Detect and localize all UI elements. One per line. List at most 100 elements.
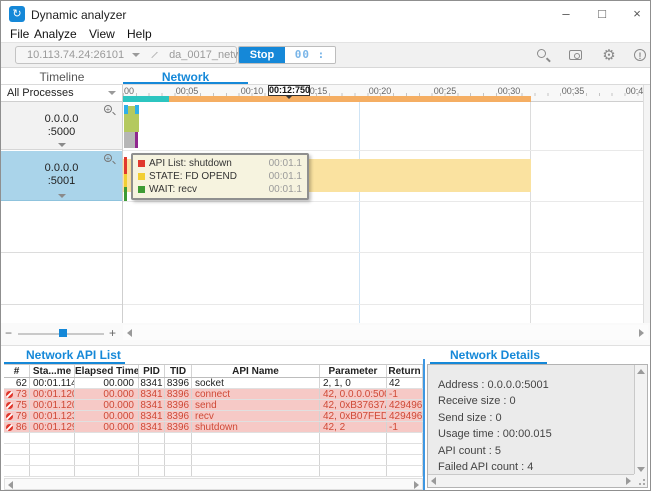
chevron-down-icon [108,91,116,95]
cell-tid: 8396 [165,411,192,421]
tooltip-row: WAIT: recv 00:01.1 [138,183,302,196]
tab-timeline[interactable]: Timeline [1,70,123,84]
cell-start: 00:01.120 [30,389,75,399]
cell-api: shutdown [192,422,320,432]
info-icon[interactable]: ! [632,47,650,65]
cell-num: 73 [4,389,30,399]
stop-button[interactable]: Stop [239,47,285,63]
timeline-controls: − + [1,323,650,346]
cell-elapsed: 00.000 [75,400,139,410]
tab-network-api-list[interactable]: Network API List [26,348,121,362]
bottom-panels: Network API List Network Details # Sta..… [1,346,650,491]
col-api-name[interactable]: API Name [192,365,320,377]
col-start-time[interactable]: Sta...me [30,365,75,377]
trace-control-group: Stop 00 : 32 [238,46,336,64]
horizontal-scrollbar[interactable] [123,325,648,340]
menu-analyze[interactable]: Analyze [34,27,77,41]
cell-start: 00:01.120 [30,400,75,410]
row-divider [1,252,122,253]
process-port: :5000 [1,126,122,138]
scroll-left-icon[interactable] [8,481,13,489]
col-pid[interactable]: PID [139,365,165,377]
scroll-up-icon[interactable] [637,369,645,374]
process-row-5001-selected[interactable]: + 0.0.0.0 :5001 [1,151,122,201]
table-row-failed[interactable]: 75 00:01.120 00.000 8341 8396 send 42, 0… [4,400,423,411]
cell-elapsed: 00.000 [75,411,139,421]
cell-param: 42, 2 [320,422,387,432]
search-icon[interactable] [534,47,552,65]
cell-api: recv [192,411,320,421]
target-breadcrumb: 10.113.74.24:26101 da_0017_network [15,46,237,64]
tooltip-label: STATE: FD OPEND [149,171,237,182]
scroll-left-icon[interactable] [431,477,436,485]
table-row[interactable]: 62 00:01.114 00.000 8341 8396 socket 2, … [4,378,423,389]
scroll-right-icon[interactable] [414,481,419,489]
cell-pid: 8341 [139,378,165,388]
chart-row-separator [123,150,645,151]
toolbar: 10.113.74.24:26101 da_0017_network Stop … [1,42,650,68]
lens-icon [537,49,546,58]
minimize-button[interactable]: – [551,5,581,23]
table-row-failed[interactable]: 73 00:01.120 00.000 8341 8396 connect 42… [4,389,423,400]
event-bar-purple [135,132,138,148]
zoom-out-button[interactable]: − [5,326,12,340]
col-return[interactable]: Return [387,365,423,377]
tab-network-details[interactable]: Network Details [450,348,540,362]
breadcrumb-separator-icon [151,52,157,58]
zoom-slider-handle[interactable] [59,329,67,337]
cell-param: 42, 0.0.0.0:5001 [320,389,387,399]
wait-bar-gray [124,132,135,148]
current-time-marker[interactable]: 00:12:750 [268,85,310,96]
process-row-5000[interactable]: + 0.0.0.0 :5000 [1,102,122,150]
failed-icon [6,413,13,420]
col-parameter[interactable]: Parameter [320,365,387,377]
tooltip-label: WAIT: recv [149,184,197,195]
resize-grip[interactable] [634,474,647,487]
cell-num: 79 [4,411,30,421]
cell-tid: 8396 [165,389,192,399]
device-dropdown[interactable]: 10.113.74.24:26101 [27,49,124,61]
vertical-scrollbar[interactable] [643,85,650,323]
cell-num: 86 [4,422,30,432]
table-row-failed[interactable]: 86 00:01.129 00.000 8341 8396 shutdown 4… [4,422,423,433]
scroll-right-icon[interactable] [626,477,631,485]
panel-splitter[interactable] [423,359,425,491]
timeline-canvas[interactable]: API List: shutdown 00:01.1 STATE: FD OPE… [123,102,645,323]
process-filter-dropdown[interactable]: All Processes [1,85,123,101]
elapsed-timer: 00 : 32 [285,47,335,63]
details-horizontal-scrollbar[interactable] [428,474,634,487]
tooltip-label: API List: shutdown [149,158,232,169]
menu-bar: File Analyze View Help [1,27,650,42]
maximize-button[interactable]: □ [587,5,617,23]
table-horizontal-scrollbar[interactable] [4,478,423,490]
cell-api: connect [192,389,320,399]
settings-gear-icon[interactable]: ⚙ [600,47,618,65]
chevron-down-icon[interactable] [58,143,66,147]
scroll-down-icon[interactable] [637,467,645,472]
screenshot-icon[interactable] [567,47,585,65]
failed-icon [6,391,13,398]
col-num[interactable]: # [4,365,30,377]
network-details-panel: Address : 0.0.0.0:5001 Receive size : 0 … [427,364,648,488]
menu-file[interactable]: File [10,27,29,41]
wait-marker-green [124,187,127,201]
process-address: 0.0.0.0 [1,162,122,174]
title-bar: ↻ Dynamic analyzer – □ × [1,1,650,27]
col-elapsed-time[interactable]: Elapsed Time [75,365,139,377]
zoom-in-button[interactable]: + [109,326,116,340]
detail-send-size: Send size : 0 [438,412,502,424]
timeline-chart-area: + 0.0.0.0 :5000 + 0.0.0.0 :5001 [1,102,651,323]
menu-help[interactable]: Help [127,27,152,41]
timeline-header: All Processes 00 00:05 00:10 00:15 00:20… [1,85,650,102]
col-tid[interactable]: TID [165,365,192,377]
tooltip-row: STATE: FD OPEND 00:01.1 [138,170,302,183]
close-button[interactable]: × [622,5,651,23]
details-vertical-scrollbar[interactable] [634,365,647,476]
scroll-right-icon[interactable] [639,329,644,337]
chevron-down-icon[interactable] [132,53,140,57]
scroll-left-icon[interactable] [127,329,132,337]
table-row-failed[interactable]: 79 00:01.123 00.000 8341 8396 recv 42, 0… [4,411,423,422]
chevron-down-icon[interactable] [58,194,66,198]
cell-start: 00:01.123 [30,411,75,421]
menu-view[interactable]: View [89,27,115,41]
